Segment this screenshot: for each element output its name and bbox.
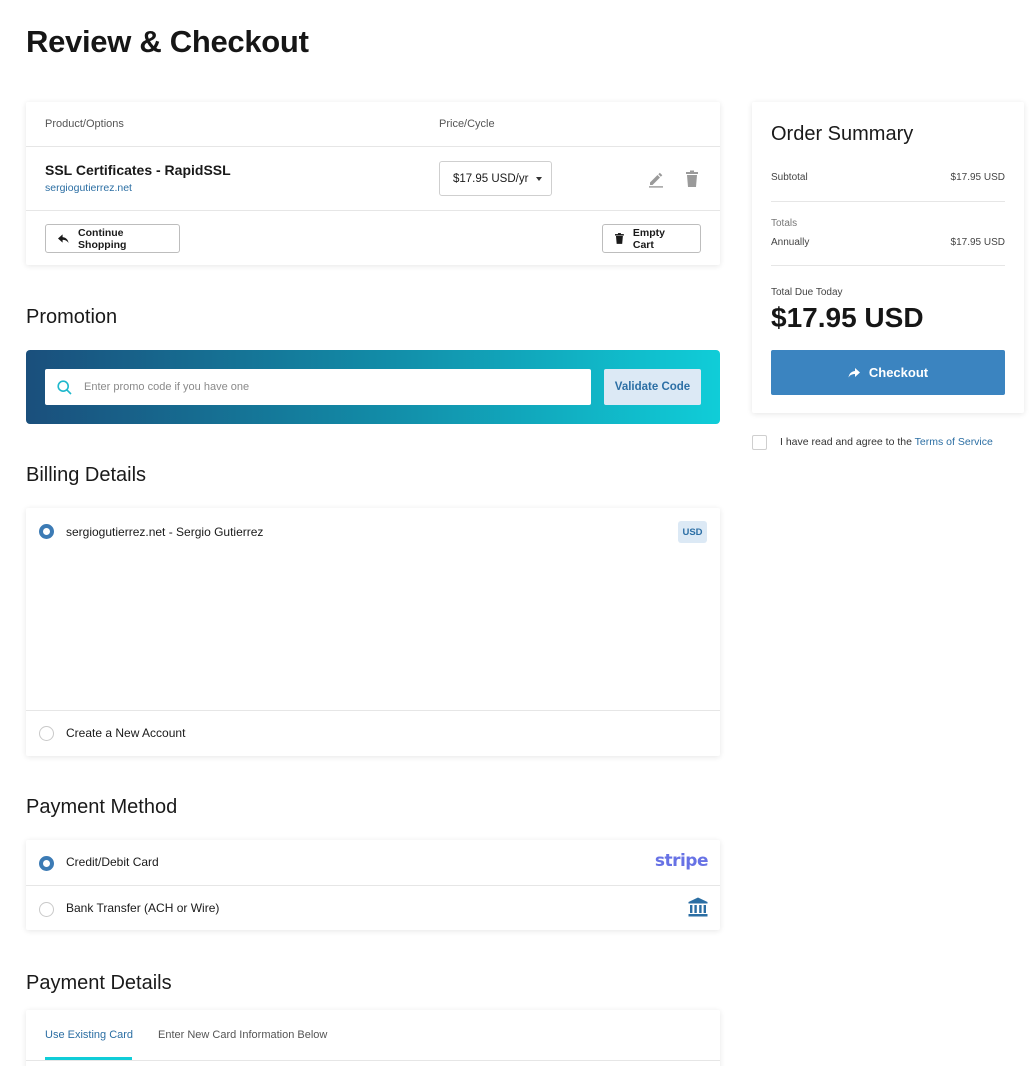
currency-badge: USD [678, 521, 707, 543]
subtotal-row: Subtotal $17.95 USD [771, 172, 1005, 183]
back-arrow-icon [58, 233, 69, 243]
promotion-title: Promotion [26, 306, 118, 328]
divider [26, 710, 720, 711]
subtotal-value: $17.95 USD [950, 172, 1005, 183]
forward-arrow-icon [848, 367, 860, 377]
annually-label: Annually [771, 237, 810, 248]
trash-icon[interactable] [684, 170, 700, 188]
column-header-product: Product/Options [45, 118, 124, 130]
existing-account-label[interactable]: sergiogutierrez.net - Sergio Gutierrez [66, 525, 263, 539]
cart-footer: Continue Shopping Empty Cart [26, 211, 720, 264]
card-payment-label[interactable]: Credit/Debit Card [66, 855, 159, 869]
column-header-price: Price/Cycle [439, 118, 495, 130]
existing-account-radio[interactable] [39, 524, 54, 539]
divider [26, 885, 720, 886]
promo-code-input[interactable] [84, 381, 564, 393]
bank-icon [688, 897, 708, 917]
new-account-label[interactable]: Create a New Account [66, 726, 185, 740]
page-title: Review & Checkout [26, 24, 309, 59]
tab-use-existing-card[interactable]: Use Existing Card [45, 1029, 133, 1041]
empty-cart-label: Empty Cart [632, 226, 665, 251]
empty-cart-button[interactable]: Empty Cart [602, 224, 701, 253]
cart-item-row: SSL Certificates - RapidSSL sergiogutier… [26, 147, 720, 211]
trash-icon [615, 233, 624, 244]
bank-transfer-label[interactable]: Bank Transfer (ACH or Wire) [66, 901, 219, 915]
divider [26, 1060, 720, 1061]
terms-agreement: I have read and agree to the Terms of Se… [752, 433, 1024, 451]
totals-label: Totals [771, 218, 798, 229]
terms-of-service-link[interactable]: Terms of Service [915, 436, 993, 448]
order-summary-card: Order Summary Subtotal $17.95 USD Totals… [752, 102, 1024, 413]
checkout-label: Checkout [868, 365, 929, 380]
caret-down-icon [536, 176, 543, 181]
terms-checkbox[interactable] [752, 435, 767, 450]
stripe-logo: stripe [654, 851, 709, 871]
annually-row: Annually $17.95 USD [771, 237, 1005, 248]
divider [771, 265, 1005, 266]
cart-card: Product/Options Price/Cycle SSL Certific… [26, 102, 720, 265]
promotion-banner: Validate Code [26, 350, 720, 424]
checkout-button[interactable]: Checkout [771, 350, 1005, 395]
edit-icon[interactable] [647, 170, 665, 188]
search-icon [57, 379, 72, 395]
payment-method-title: Payment Method [26, 796, 178, 818]
continue-shopping-button[interactable]: Continue Shopping [45, 224, 180, 253]
bank-transfer-radio[interactable] [39, 902, 54, 917]
continue-shopping-label: Continue Shopping [78, 226, 127, 251]
billing-details-card: sergiogutierrez.net - Sergio Gutierrez U… [26, 508, 720, 756]
order-summary-title: Order Summary [771, 123, 914, 145]
card-payment-radio[interactable] [39, 856, 54, 871]
payment-details-title: Payment Details [26, 972, 172, 994]
active-tab-indicator [45, 1057, 132, 1060]
terms-text: I have read and agree to the Terms of Se… [780, 436, 993, 448]
terms-prefix: I have read and agree to the [780, 436, 915, 448]
billing-details-title: Billing Details [26, 464, 147, 486]
subtotal-label: Subtotal [771, 172, 808, 183]
product-domain: sergiogutierrez.net [45, 182, 132, 194]
billing-cycle-value: $17.95 USD/yr [453, 172, 529, 185]
billing-cycle-dropdown[interactable]: $17.95 USD/yr [439, 161, 552, 196]
cart-header: Product/Options Price/Cycle [26, 102, 720, 147]
payment-details-card: Use Existing Card Enter New Card Informa… [26, 1010, 720, 1066]
validate-code-button[interactable]: Validate Code [604, 369, 701, 405]
total-due-amount: $17.95 USD [771, 302, 924, 333]
promo-code-field[interactable] [45, 369, 591, 405]
annually-value: $17.95 USD [950, 237, 1005, 248]
payment-method-card: Credit/Debit Card stripe Bank Transfer (… [26, 840, 720, 930]
total-due-label: Total Due Today [771, 287, 843, 298]
tab-enter-new-card[interactable]: Enter New Card Information Below [158, 1029, 327, 1041]
new-account-radio[interactable] [39, 726, 54, 741]
divider [771, 201, 1005, 202]
product-name: SSL Certificates - RapidSSL [45, 162, 231, 178]
